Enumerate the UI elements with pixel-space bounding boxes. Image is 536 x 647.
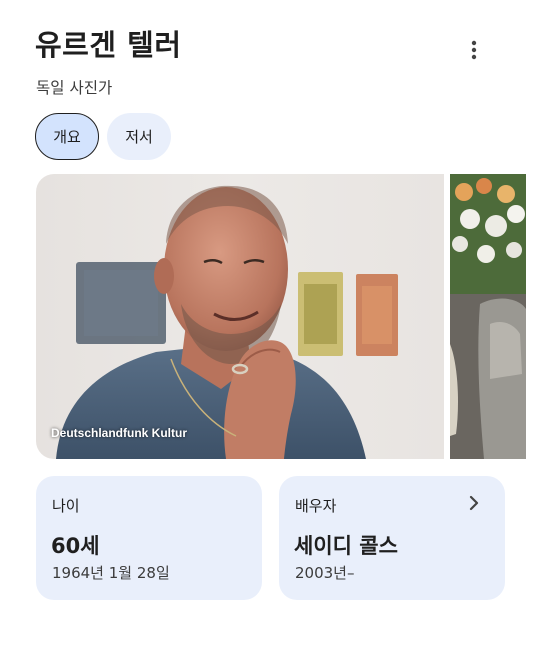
flowers-image — [450, 174, 526, 459]
page-subtitle: 독일 사진가 — [36, 79, 113, 97]
marriage-years: 2003년– — [295, 564, 355, 582]
tab-overview[interactable]: 개요 — [35, 113, 99, 160]
age-value: 60세 — [51, 534, 100, 558]
tab-books[interactable]: 저서 — [107, 113, 171, 160]
spouse-name: 세이디 콜스 — [294, 534, 398, 558]
secondary-photo[interactable] — [450, 174, 526, 459]
age-label: 나이 — [52, 497, 80, 515]
page-title: 유르겐 텔러 — [35, 28, 182, 62]
spouse-label: 배우자 — [295, 497, 337, 515]
birth-date: 1964년 1월 28일 — [52, 564, 170, 582]
age-card[interactable]: 나이 60세 1964년 1월 28일 — [36, 476, 262, 600]
tab-overview-label: 개요 — [53, 128, 81, 146]
more-options-button[interactable] — [460, 36, 488, 64]
main-photo[interactable]: Deutschlandfunk Kultur — [36, 174, 444, 459]
chevron-right-icon[interactable] — [465, 494, 483, 512]
tab-books-label: 저서 — [125, 128, 153, 146]
photo-credit: Deutschlandfunk Kultur — [51, 426, 188, 440]
spouse-card[interactable]: 배우자 세이디 콜스 2003년– — [279, 476, 505, 600]
portrait-image — [36, 174, 444, 459]
more-vert-icon — [471, 40, 477, 60]
